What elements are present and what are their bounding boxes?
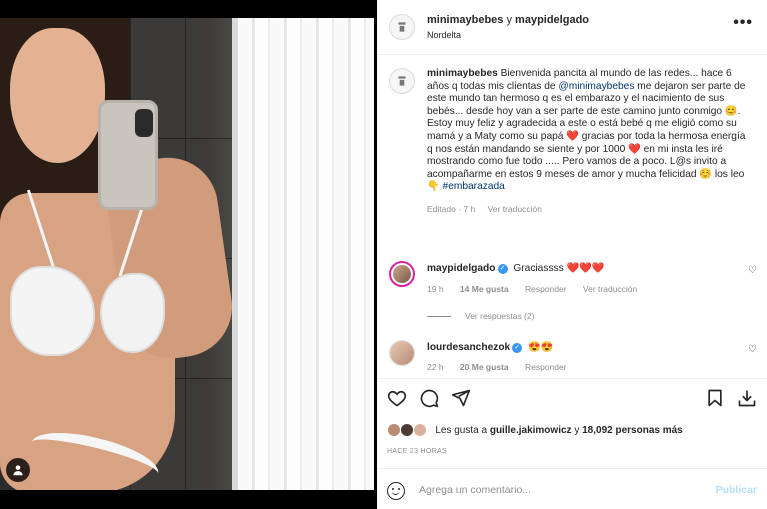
likes-count[interactable]: 18,092 personas más — [582, 425, 683, 436]
verified-badge-icon: ✓ — [512, 343, 523, 353]
caption-username[interactable]: minimaybebes — [427, 68, 498, 79]
view-replies-button[interactable]: Ver respuestas (2) — [427, 311, 534, 321]
comment-box-divider — [377, 468, 767, 469]
caption-hashtag[interactable]: #embarazada — [443, 181, 505, 192]
download-icon[interactable] — [737, 388, 757, 408]
verified-badge-icon: ✓ — [497, 264, 508, 274]
post-detail-panel: minimaybebes y maypidelgado Nordelta •••… — [377, 0, 767, 509]
action-bar — [387, 388, 757, 410]
caption-meta: Editado · 7 h Ver traducción — [427, 203, 749, 216]
bra-cup — [100, 273, 165, 353]
brand-logo-icon — [398, 22, 406, 32]
comment-input[interactable] — [419, 484, 679, 496]
coauthor-username[interactable]: maypidelgado — [515, 14, 589, 26]
camera-lens — [135, 109, 153, 137]
comment-item: maypidelgado ✓ Graciassss ❤️❤️❤️ — [427, 263, 605, 274]
comment-avatar[interactable] — [389, 261, 415, 287]
post-authors: minimaybebes y maypidelgado — [427, 14, 589, 26]
comment-text: Graciassss ❤️❤️❤️ — [513, 263, 605, 274]
comment-time: 19 h — [427, 284, 444, 294]
comment-likes[interactable]: 14 Me gusta — [460, 284, 509, 294]
likes-conjunction: y — [574, 424, 580, 436]
likes-summary: Les gusta a guille.jakimowicz y 18,092 p… — [387, 423, 683, 437]
bookmark-icon[interactable] — [705, 388, 725, 408]
post-location[interactable]: Nordelta — [427, 30, 461, 40]
likes-prefix: Les gusta a — [435, 424, 488, 436]
likes-text: Les gusta a guille.jakimowicz y 18,092 p… — [435, 425, 682, 436]
shower-curtain — [238, 18, 374, 490]
comment-username[interactable]: maypidelgado — [427, 263, 496, 274]
liker-avatar — [399, 423, 414, 437]
comment-like-heart-icon[interactable]: ♡ — [748, 265, 757, 276]
authors-conjunction: y — [506, 14, 512, 26]
author-avatar[interactable] — [389, 14, 415, 40]
actions-divider — [377, 378, 767, 379]
more-options-icon[interactable]: ••• — [733, 14, 753, 32]
comment-icon[interactable] — [419, 388, 439, 408]
caption-translate-link[interactable]: Ver traducción — [488, 204, 542, 214]
comment-reply-button[interactable]: Responder — [525, 362, 567, 372]
comment-box: Publicar — [377, 474, 767, 509]
avatar-image — [390, 341, 414, 365]
heart-icon[interactable] — [387, 388, 407, 408]
post-caption: minimaybebes Bienvenida pancita al mundo… — [427, 68, 749, 216]
user-tag-icon[interactable] — [6, 458, 30, 482]
caption-mention[interactable]: @minimaybebes — [558, 81, 634, 92]
liker-avatar — [387, 423, 401, 437]
post-photo[interactable] — [0, 18, 374, 490]
caption-avatar[interactable] — [389, 68, 415, 94]
comment-like-heart-icon[interactable]: ♡ — [748, 344, 757, 355]
comment-text: 😍😍 — [528, 342, 554, 353]
comment-meta: 19 h 14 Me gusta Responder Ver traducció… — [427, 284, 651, 294]
comment-meta: 22 h 20 Me gusta Responder — [427, 362, 581, 372]
comment-username[interactable]: lourdesanchezok — [427, 342, 510, 353]
comment-item: lourdesanchezok ✓ 😍😍 — [427, 342, 553, 353]
post-timestamp[interactable]: HACE 23 HORAS — [387, 448, 447, 455]
header-divider — [377, 54, 767, 55]
caption-edited: Editado · 7 h — [427, 203, 476, 214]
comment-likes[interactable]: 20 Me gusta — [460, 362, 509, 372]
brand-logo-icon — [398, 76, 406, 86]
avatar-image — [393, 265, 411, 283]
author-username[interactable]: minimaybebes — [427, 14, 503, 26]
liker-avatar — [412, 423, 427, 437]
comment-time: 22 h — [427, 362, 444, 372]
share-icon[interactable] — [451, 388, 471, 408]
comment-translate-link[interactable]: Ver traducción — [583, 284, 637, 294]
publish-button[interactable]: Publicar — [716, 484, 757, 496]
emoji-icon[interactable] — [387, 482, 405, 500]
face — [10, 28, 105, 163]
comment-reply-button[interactable]: Responder — [525, 284, 567, 294]
phone — [98, 100, 158, 210]
comment-avatar[interactable] — [389, 340, 415, 366]
likes-user[interactable]: guille.jakimowicz — [490, 425, 572, 436]
